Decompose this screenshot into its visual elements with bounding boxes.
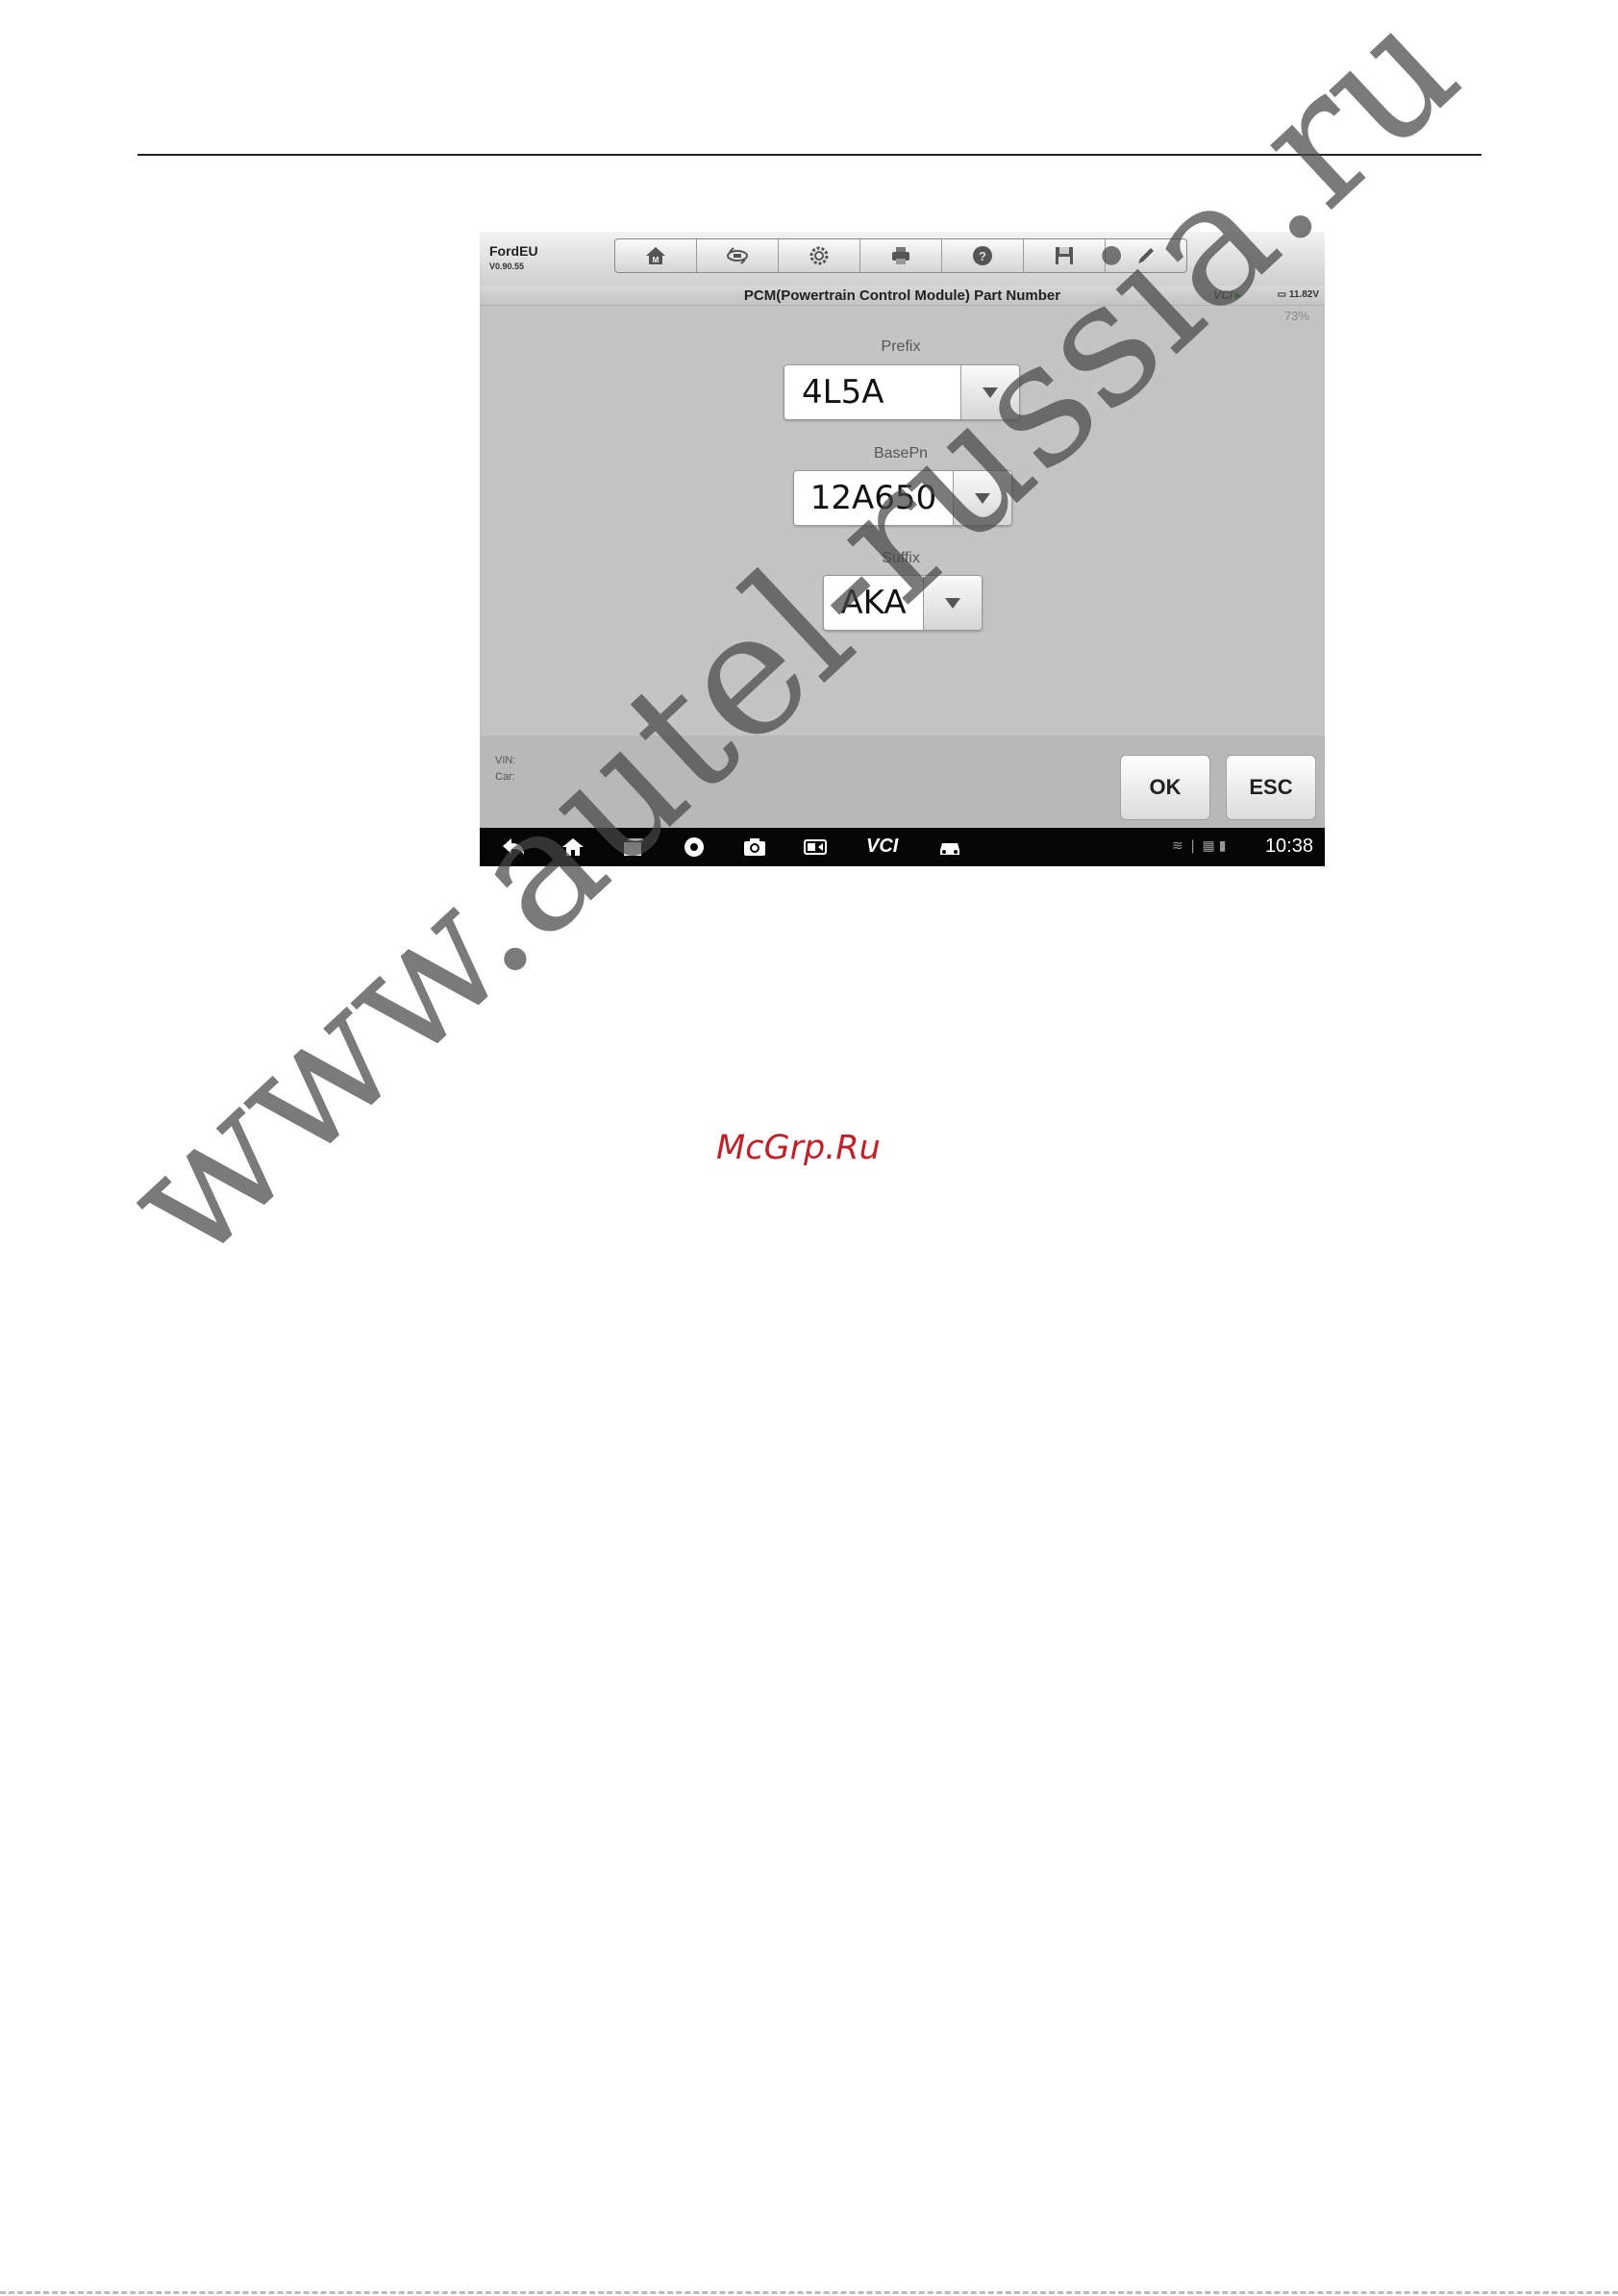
status-icons: ≋❘▦▮ — [1172, 837, 1230, 854]
app-name: FordEU — [489, 243, 538, 259]
triangle-down-icon — [945, 598, 960, 609]
suffix-label: Suffix — [882, 550, 920, 566]
svg-text:?: ? — [979, 249, 986, 263]
pen-icon — [1138, 248, 1154, 263]
display-toggle-icon — [804, 839, 827, 855]
recent-apps-icon — [624, 838, 643, 856]
car-label: Car: — [495, 771, 515, 783]
help-button[interactable]: ? — [942, 239, 1024, 272]
print-icon — [892, 247, 909, 264]
vehicle-swap-button[interactable] — [697, 239, 779, 272]
svg-text:M: M — [653, 256, 660, 264]
suffix-dropdown[interactable]: AKA — [823, 575, 983, 631]
settings-button[interactable] — [779, 239, 860, 272]
basepn-dropdown-button[interactable] — [953, 471, 1011, 525]
toolbar: M ? — [614, 238, 1187, 273]
prefix-dropdown[interactable]: 4L5A — [784, 364, 1020, 420]
help-icon: ? — [973, 246, 992, 265]
vci-status: VCI► — [1213, 288, 1244, 302]
esc-button[interactable]: ESC — [1226, 755, 1316, 820]
prefix-label: Prefix — [881, 338, 921, 355]
vin-label: VIN: — [495, 755, 516, 766]
save-icon — [1056, 247, 1073, 264]
triangle-down-icon — [975, 493, 990, 504]
save-button[interactable] — [1024, 239, 1106, 272]
settings-icon — [809, 246, 829, 265]
edit-button[interactable] — [1106, 239, 1186, 272]
vehicle-swap-icon — [727, 247, 748, 264]
car-icon — [940, 843, 959, 855]
footer-area: VIN: Car: OK ESC — [480, 736, 1325, 828]
basepn-label: BasePn — [873, 445, 929, 462]
vci-manager-button[interactable]: VCI — [866, 836, 898, 858]
wifi-icon: ≋ — [1172, 837, 1187, 853]
home-button[interactable]: M — [615, 239, 697, 272]
basepn-value: 12A650 — [794, 471, 953, 525]
back-icon — [503, 838, 524, 855]
vehicle-button[interactable] — [935, 835, 964, 860]
browser-button[interactable] — [680, 835, 709, 860]
battery-icon: ▭ — [1277, 289, 1287, 300]
triangle-down-icon — [983, 387, 998, 398]
prefix-dropdown-button[interactable] — [960, 365, 1019, 419]
page-title: PCM(Powertrain Control Module) Part Numb… — [743, 287, 1061, 304]
back-button[interactable] — [499, 835, 528, 860]
basepn-dropdown[interactable]: 12A650 — [793, 470, 1012, 526]
print-button[interactable] — [860, 239, 942, 272]
clock: 10:38 — [1264, 836, 1313, 857]
camera-icon — [744, 838, 765, 856]
android-home-button[interactable] — [559, 835, 587, 860]
recent-apps-button[interactable] — [619, 835, 648, 860]
ok-button[interactable]: OK — [1120, 755, 1210, 820]
app-header: FordEU V0.90.55 M ? — [480, 232, 1325, 286]
android-nav-bar: VCI ≋❘▦▮ 10:38 — [480, 828, 1325, 866]
camera-button[interactable] — [740, 835, 769, 860]
title-bar: PCM(Powertrain Control Module) Part Numb… — [480, 286, 1325, 306]
browser-icon — [685, 837, 704, 857]
voltage-readout: ▭ 11.82V — [1277, 289, 1319, 300]
page-top-rule — [137, 154, 1481, 156]
mcgrp-stamp: McGrp.Ru — [716, 1129, 881, 1167]
app-version: V0.90.55 — [489, 262, 525, 271]
page-bottom-rule — [0, 2291, 1618, 2294]
home-icon — [562, 838, 584, 856]
bluetooth-icon: ❘ — [1186, 837, 1203, 853]
suffix-value: AKA — [824, 576, 923, 630]
home-icon: M — [646, 247, 665, 264]
suffix-dropdown-button[interactable] — [923, 576, 982, 630]
notification-icon: ▦ — [1202, 837, 1219, 853]
prefix-value: 4L5A — [784, 365, 960, 419]
device-screen: FordEU V0.90.55 M ? PCM(Powertrain Contr… — [480, 232, 1325, 866]
display-toggle-button[interactable] — [801, 835, 830, 860]
battery-percent: 73% — [1283, 309, 1309, 323]
battery-icon: ▮ — [1218, 837, 1231, 853]
